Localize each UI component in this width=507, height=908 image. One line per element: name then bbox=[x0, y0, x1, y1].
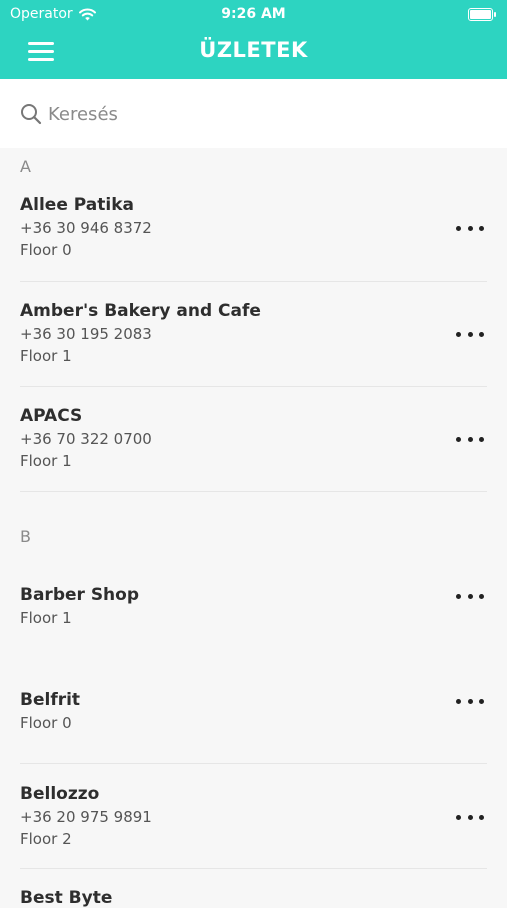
store-floor: Floor 1 bbox=[20, 452, 72, 470]
more-options-icon[interactable] bbox=[456, 221, 484, 235]
list-divider bbox=[20, 386, 487, 387]
store-floor: Floor 1 bbox=[20, 609, 72, 627]
battery-icon bbox=[468, 8, 496, 21]
status-time: 9:26 AM bbox=[221, 6, 286, 22]
search-input[interactable] bbox=[46, 97, 470, 131]
page-title: ÜZLETEK bbox=[199, 38, 308, 62]
section-header-a: A bbox=[20, 157, 31, 176]
store-phone: +36 70 322 0700 bbox=[20, 430, 152, 448]
store-phone: +36 20 975 9891 bbox=[20, 808, 152, 826]
store-floor: Floor 0 bbox=[20, 241, 72, 259]
section-header-b: B bbox=[20, 527, 31, 546]
store-name: APACS bbox=[20, 406, 83, 426]
store-floor: Floor 2 bbox=[20, 830, 72, 848]
store-phone: +36 30 946 8372 bbox=[20, 219, 152, 237]
more-options-icon[interactable] bbox=[456, 327, 484, 341]
store-floor: Floor 1 bbox=[20, 347, 72, 365]
store-name: Amber's Bakery and Cafe bbox=[20, 301, 261, 321]
list-divider bbox=[20, 491, 487, 492]
list-divider bbox=[20, 868, 487, 869]
more-options-icon[interactable] bbox=[456, 694, 484, 708]
more-options-icon[interactable] bbox=[456, 810, 484, 824]
app-header: Operator 9:26 AM ÜZLETEK bbox=[0, 0, 507, 79]
store-name: Barber Shop bbox=[20, 585, 140, 605]
store-name: Allee Patika bbox=[20, 195, 134, 215]
store-floor: Floor 0 bbox=[20, 714, 72, 732]
list-divider bbox=[20, 763, 487, 764]
more-options-icon[interactable] bbox=[456, 432, 484, 446]
search-icon bbox=[21, 104, 42, 125]
status-bar: Operator 9:26 AM bbox=[0, 4, 507, 26]
list-divider bbox=[20, 281, 487, 282]
store-name: Best Byte bbox=[20, 888, 113, 908]
store-phone: +36 30 195 2083 bbox=[20, 325, 152, 343]
search-bar bbox=[0, 79, 507, 148]
more-options-icon[interactable] bbox=[456, 589, 484, 603]
store-name: Bellozzo bbox=[20, 784, 100, 804]
store-name: Belfrit bbox=[20, 690, 81, 710]
